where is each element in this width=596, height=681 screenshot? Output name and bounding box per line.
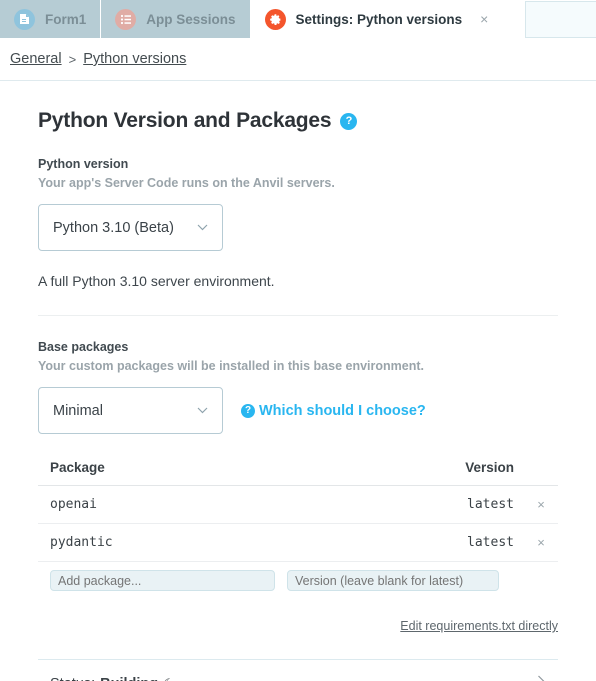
python-version-hint: Your app's Server Code runs on the Anvil… — [38, 176, 335, 190]
page-title-text: Python Version and Packages — [38, 109, 332, 132]
page-title: Python Version and Packages ? — [38, 109, 558, 133]
base-packages-select[interactable]: Minimal — [38, 387, 223, 434]
tab-label: Settings: Python versions — [295, 11, 463, 27]
remove-package-icon[interactable]: × — [524, 485, 558, 524]
python-version-select[interactable]: Python 3.10 (Beta) — [38, 204, 223, 251]
edit-requirements-link[interactable]: Edit requirements.txt directly — [400, 619, 558, 633]
cell-package-version: latest — [281, 523, 524, 562]
add-package-row — [38, 570, 558, 591]
tab-label: Form1 — [45, 11, 87, 27]
column-header-package: Package — [38, 460, 281, 486]
tab-bar-filler — [503, 0, 596, 38]
add-version-input[interactable] — [287, 570, 499, 591]
tab-settings-python-versions[interactable]: Settings: Python versions × — [250, 0, 504, 38]
base-packages-row: Minimal ? Which should I choose? — [38, 373, 558, 434]
status-text: Status: Building ☾ — [50, 676, 175, 681]
breadcrumb: General > Python versions — [0, 38, 596, 81]
tab-form1[interactable]: Form1 — [0, 0, 102, 38]
table-row: openai latest × — [38, 485, 558, 524]
base-packages-label: Base packages — [38, 340, 129, 354]
status-bar[interactable]: Status: Building ☾ — [38, 659, 558, 681]
base-packages-selected-value: Minimal — [53, 402, 103, 419]
breadcrumb-separator: > — [68, 51, 77, 67]
python-version-description: A full Python 3.10 server environment. — [38, 273, 275, 289]
status-value: Building — [100, 676, 158, 681]
which-should-i-choose-label: Which should I choose? — [259, 402, 426, 419]
chevron-down-icon — [197, 405, 208, 417]
remove-package-icon[interactable]: × — [524, 523, 558, 562]
new-tab-placeholder — [525, 1, 596, 38]
cell-package-name: pydantic — [38, 523, 281, 562]
settings-page: Python Version and Packages ? Python ver… — [0, 109, 596, 681]
help-icon[interactable]: ? — [340, 112, 358, 130]
table-header-row: Package Version — [38, 460, 558, 486]
close-icon[interactable]: × — [480, 12, 488, 26]
chevron-down-icon — [197, 222, 208, 234]
breadcrumb-general[interactable]: General — [10, 51, 62, 67]
tab-app-sessions[interactable]: App Sessions — [101, 0, 251, 38]
spinner-icon: ☾ — [163, 676, 175, 681]
python-version-selected-value: Python 3.10 (Beta) — [53, 219, 174, 236]
tab-bar: Form1 App Sessions Settings: Python vers… — [0, 0, 596, 38]
list-icon — [115, 8, 137, 30]
section-divider — [38, 315, 558, 316]
chevron-right-icon[interactable] — [537, 675, 546, 681]
cell-package-version: latest — [281, 485, 524, 524]
form-icon — [14, 8, 35, 30]
add-package-input[interactable] — [50, 570, 275, 591]
python-version-label: Python version — [38, 157, 129, 171]
cell-package-name: openai — [38, 485, 281, 524]
table-row: pydantic latest × — [38, 523, 558, 562]
column-header-actions — [524, 460, 558, 486]
edit-requirements-row: Edit requirements.txt directly — [38, 617, 558, 635]
tab-label: App Sessions — [146, 11, 236, 27]
help-icon: ? — [241, 403, 255, 418]
base-packages-hint: Your custom packages will be installed i… — [38, 359, 424, 373]
gear-icon — [264, 8, 286, 30]
status-prefix: Status: — [50, 676, 95, 681]
which-should-i-choose-link[interactable]: ? Which should I choose? — [241, 403, 426, 419]
packages-table: Package Version openai latest × pydantic… — [38, 460, 558, 562]
breadcrumb-python-versions[interactable]: Python versions — [83, 51, 186, 67]
column-header-version: Version — [281, 460, 524, 486]
